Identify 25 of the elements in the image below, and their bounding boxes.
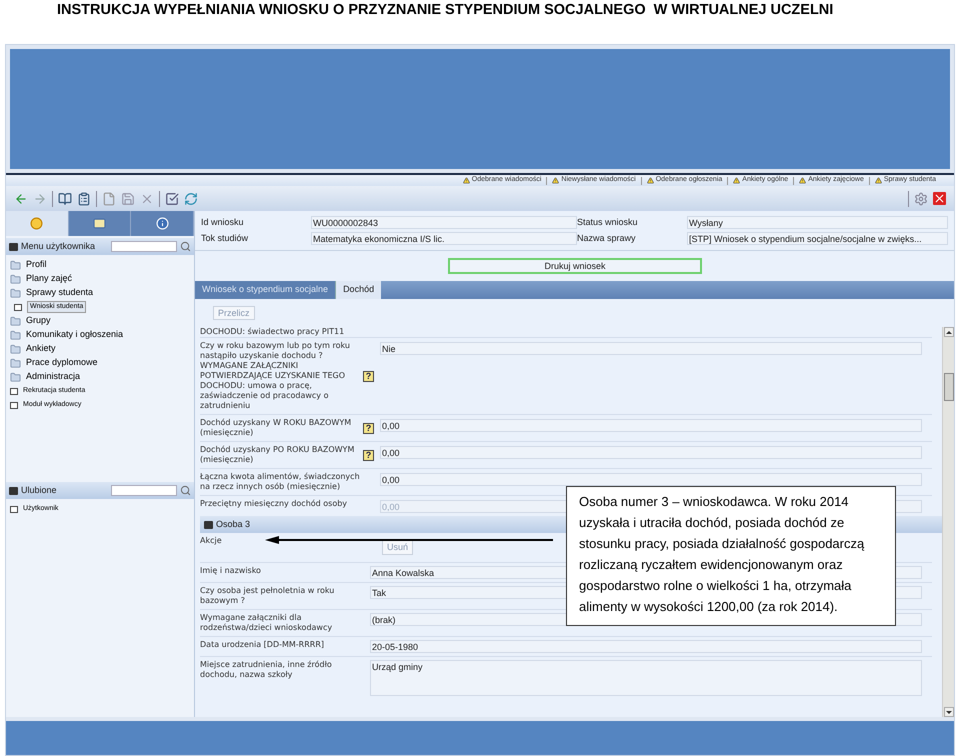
info-value: Wysłany [687,216,948,230]
field-label: Łączna kwota alimentów, świadczonych na rzecz innych osób (miesięcznie) [200,472,361,492]
field-label: DOCHODU: świadectwo pracy PIT11 [200,327,346,337]
panel-title: Ulubione [21,484,58,497]
field-label: Data urodzenia [DD-MM-RRRR] [200,640,326,651]
info-value: WU0000002843 [311,216,577,230]
field-label: Imię i nazwisko [200,566,262,577]
info-label: Status wniosku [577,216,639,229]
field-label: Akcje [200,536,223,547]
callout-text: Osoba numer 3 – wnioskodawca. W roku 2014 uzyskała i utraciła dochód, posiada dochód ze stosunku pracy, posiada działalność gospodarczą rozliczaną ryczałtem ewidencjonowanym oraz gospodarstwo rolne o wielkości 1 ha, otrzymała alimenty w wysokości 1200,00 (za rok 2014). [579,493,866,616]
info-label: Nazwa sprawy [577,232,637,245]
field-label: Dochód uzyskany PO ROKU BAZOWYM (miesięcznie) [200,445,356,465]
field-label: Miejsce zatrudnienia, inne źródło dochodu, nazwa szkoły [200,660,333,681]
field-label: Czy osoba jest pełnoletnia w roku bazowym ? [200,586,336,606]
field-label: Przeciętny miesięczny dochód osoby [200,499,348,510]
section-title: Osoba 3 [216,518,250,531]
info-label: Id wniosku [201,216,245,229]
field-label: Wymagane załączniki dla rodzeństwa/dzieci wnioskodawcy [200,613,334,633]
field-label: Dochód uzyskany W ROKU BAZOWYM (miesięcznie) [200,418,352,438]
info-value: Matematyka ekonomiczna I/S lic. [311,232,577,245]
info-value: [STP] Wniosek o stypendium socjalne/socjalne w zwięks... [687,232,948,245]
panel-title: Menu użytkownika [21,240,96,253]
field-label: Czy w roku bazowym lub po tym roku nastąpiło uzyskanie dochodu ? WYMAGANE ZAŁĄCZNIKI POTWIERDZAJĄCE UZYSKANIE TEGO DOCHODU: umowa o pracę, zaświadczenie od pracodawcy o zatrudnieniu [200,341,351,411]
page-title: INSTRUKCJA WYPEŁNIANIA WNIOSKU O PRZYZNANIE STYPENDIUM SOCJALNEGO W WIRTUALNEJ UCZELNI [57,1,834,20]
info-label: Tok studiów [201,232,250,244]
